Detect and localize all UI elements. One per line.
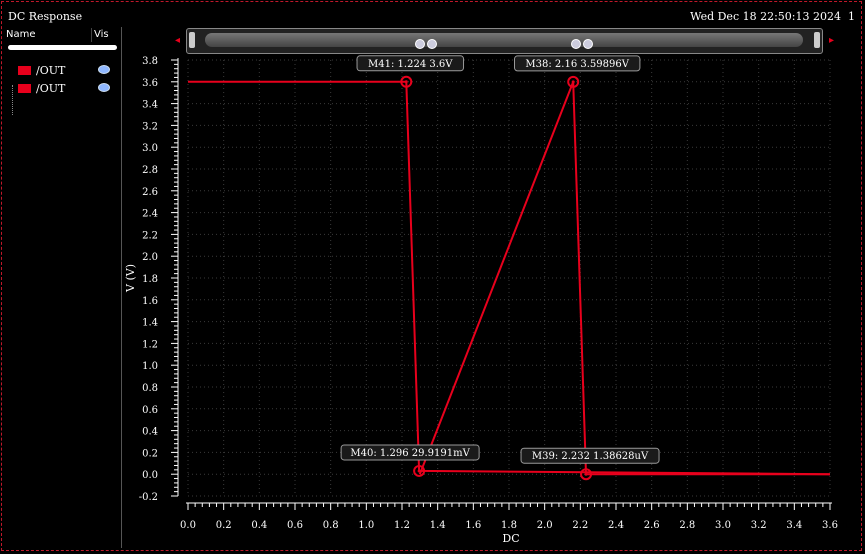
y-tick-label: 3.6 bbox=[142, 78, 158, 89]
y-tick-label: 2.8 bbox=[142, 165, 158, 176]
y-tick-label: 2.6 bbox=[142, 187, 158, 198]
x-tick-label: 0.6 bbox=[287, 520, 303, 531]
y-tick-label: 3.8 bbox=[142, 56, 158, 67]
x-tick-label: 2.8 bbox=[679, 520, 695, 531]
dc-response-plot[interactable]: 0.0 0.2 0.4 0.6 0.8 1.0 1.2 1.4 1.6 1.8 2.0 2.2 2.4 2… bbox=[0, 0, 865, 554]
x-tick-label: 3.2 bbox=[751, 520, 767, 531]
y-tick-label: 0.4 bbox=[142, 427, 158, 438]
y-tick-label: 0.0 bbox=[142, 470, 158, 481]
marker-dot bbox=[417, 469, 421, 473]
x-tick-label: 0.2 bbox=[216, 520, 232, 531]
y-tick-label: 3.4 bbox=[142, 100, 158, 111]
x-tick-label: 1.8 bbox=[501, 520, 517, 531]
marker-dot bbox=[571, 80, 575, 84]
x-tick-label: 0.8 bbox=[323, 520, 339, 531]
x-tick-label: 2.6 bbox=[644, 520, 660, 531]
y-tick-label: 2.4 bbox=[142, 209, 158, 220]
marker-label: M39: 2.232 1.38628uV bbox=[532, 451, 649, 462]
y-tick-label: 2.0 bbox=[142, 252, 158, 263]
x-tick-label: 1.4 bbox=[430, 520, 446, 531]
y-tick-label: 3.2 bbox=[142, 121, 158, 132]
marker-label: M40: 1.296 29.9191mV bbox=[350, 448, 470, 459]
x-tick-label: 1.2 bbox=[394, 520, 410, 531]
x-tick-label: 3.4 bbox=[786, 520, 802, 531]
marker-label: M41: 1.224 3.6V bbox=[368, 59, 453, 70]
y-tick-label: 1.0 bbox=[142, 361, 158, 372]
y-tick-label: 2.2 bbox=[142, 230, 158, 241]
marker-label: M38: 2.16 3.59896V bbox=[525, 59, 629, 70]
x-tick-label: 1.6 bbox=[465, 520, 481, 531]
x-tick-label: 0.0 bbox=[180, 520, 196, 531]
y-tick-label: -0.2 bbox=[139, 492, 158, 503]
y-tick-label: 3.0 bbox=[142, 143, 158, 154]
x-tick-label: 2.0 bbox=[537, 520, 553, 531]
y-tick-label: 1.6 bbox=[142, 296, 158, 307]
marker-dot bbox=[404, 80, 408, 84]
y-axis-label: V (V) bbox=[124, 264, 137, 293]
y-tick-label: 1.2 bbox=[142, 339, 158, 350]
y-tick-label: 0.2 bbox=[142, 448, 158, 459]
x-axis-label: DC bbox=[502, 532, 519, 545]
y-tick-label: 1.8 bbox=[142, 274, 158, 285]
y-tick-label: 0.6 bbox=[142, 405, 158, 416]
y-tick-label: 1.4 bbox=[142, 318, 158, 329]
x-tick-label: 0.4 bbox=[251, 520, 267, 531]
x-tick-label: 2.4 bbox=[608, 520, 624, 531]
x-tick-label: 3.6 bbox=[822, 520, 838, 531]
y-tick-label: 0.8 bbox=[142, 383, 158, 394]
x-tick-label: 1.0 bbox=[358, 520, 374, 531]
x-tick-label: 3.0 bbox=[715, 520, 731, 531]
plot-axes: 0.0 0.2 0.4 0.6 0.8 1.0 1.2 1.4 1.6 1.8 2.0 2.2 2.4 2… bbox=[139, 56, 838, 531]
marker-dot bbox=[584, 472, 588, 476]
plot-grid bbox=[187, 59, 831, 497]
x-tick-label: 2.2 bbox=[572, 520, 588, 531]
